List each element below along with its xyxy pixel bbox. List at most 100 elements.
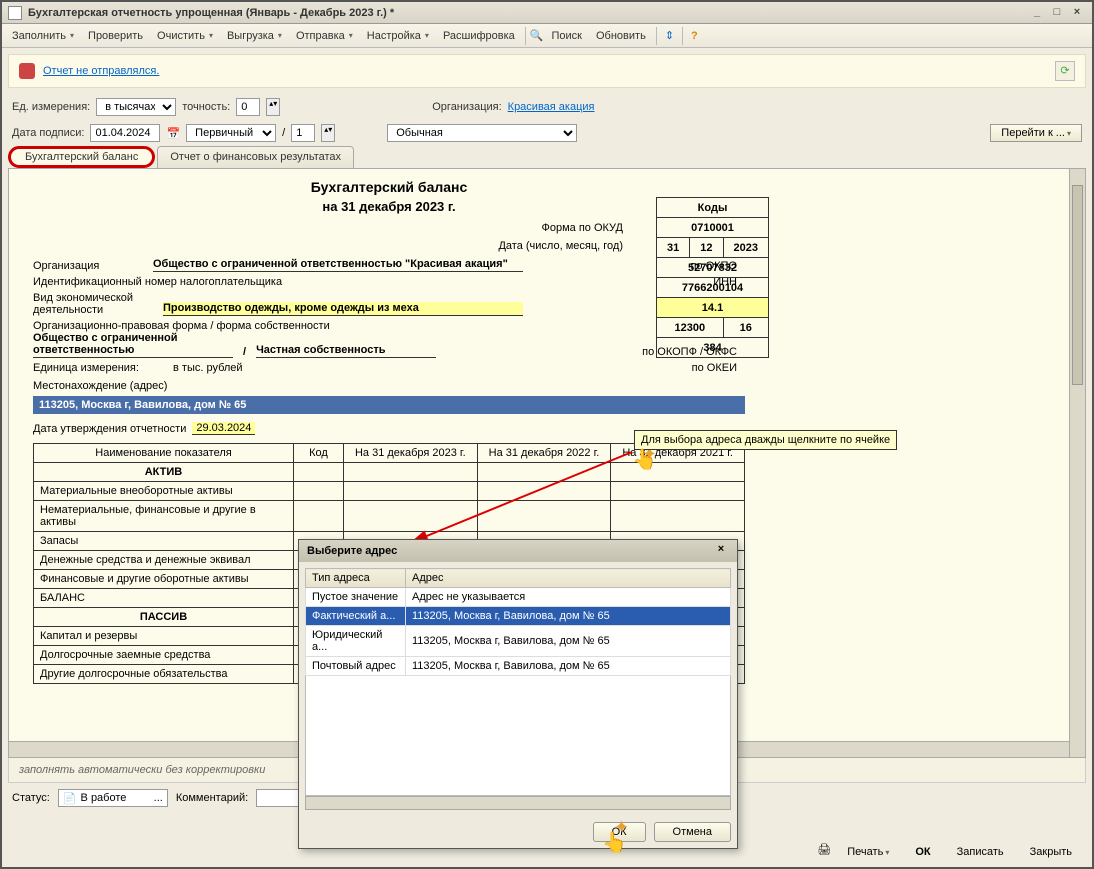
date-year: 2023 — [723, 238, 768, 258]
main-toolbar: Заполнить Проверить Очистить Выгрузка От… — [2, 24, 1092, 48]
th-2022: На 31 декабря 2022 г. — [477, 444, 611, 463]
approve-label: Дата утверждения отчетности — [33, 423, 186, 435]
address-row-actual[interactable]: Фактический а...113205, Москва г, Вавило… — [306, 607, 731, 626]
approve-date-value[interactable]: 29.03.2024 — [192, 422, 255, 435]
unit2-value: в тыс. рублей — [173, 362, 243, 374]
ok-button[interactable]: ОК — [905, 843, 940, 861]
passive-row[interactable]: Капитал и резервы — [34, 627, 294, 646]
fill-button[interactable]: Заполнить — [6, 28, 80, 44]
okved-value[interactable]: 14.1 — [657, 298, 769, 318]
okopf-value: 12300 — [657, 318, 724, 338]
search-button[interactable]: Поиск — [546, 28, 588, 44]
asset-row[interactable]: Запасы — [34, 532, 294, 551]
okei-value: 384 — [657, 338, 769, 358]
address-tooltip: Для выбора адреса дважды щелкните по яче… — [634, 430, 897, 450]
goto-button[interactable]: Перейти к ... — [990, 124, 1082, 142]
address-label: Местонахождение (адрес) — [33, 380, 745, 392]
send-button[interactable]: Отправка — [290, 28, 359, 44]
correction-number[interactable] — [291, 124, 315, 142]
legal-form-label: Организационно-правовая форма / форма со… — [33, 320, 745, 332]
window-title: Бухгалтерская отчетность упрощенная (Янв… — [28, 7, 1026, 19]
org-field-label: Организация — [33, 260, 153, 272]
calendar-icon[interactable]: 📅 — [166, 127, 180, 140]
dialog-titlebar: Выберите адрес × — [299, 540, 737, 562]
address-dialog: Выберите адрес × Тип адресаАдрес Пустое … — [298, 539, 738, 849]
primary-select[interactable]: Первичный — [186, 124, 276, 142]
address-row-postal[interactable]: Почтовый адрес113205, Москва г, Вавилова… — [306, 657, 731, 676]
correction-spinner[interactable]: ▴▾ — [321, 124, 335, 142]
date-day: 31 — [657, 238, 690, 258]
clear-button[interactable]: Очистить — [151, 28, 219, 44]
inn-field-label: Идентификационный номер налогоплательщик… — [33, 276, 333, 288]
legal-form-value[interactable]: Общество с ограниченной ответственностью — [33, 332, 233, 358]
okpo-value: 52707832 — [657, 258, 769, 278]
expand-icon[interactable]: ⇕ — [661, 29, 678, 42]
dialog-title: Выберите адрес — [307, 545, 397, 557]
address-value-row[interactable]: 113205, Москва г, Вавилова, дом № 65 — [33, 396, 745, 414]
vertical-scrollbar[interactable] — [1069, 169, 1085, 757]
status-select[interactable]: 📄 В работе ... — [58, 789, 168, 807]
okei-label: по ОКЕИ — [395, 362, 745, 374]
org-link[interactable]: Красивая акация — [508, 101, 595, 113]
not-sent-link[interactable]: Отчет не отправлялся. — [43, 65, 159, 77]
dlg-th-type[interactable]: Тип адреса — [306, 569, 406, 588]
separator — [525, 27, 526, 45]
precision-spinner[interactable]: ▴▾ — [266, 98, 280, 116]
ownership-value[interactable]: Частная собственность — [256, 344, 436, 358]
status-icon — [19, 63, 35, 79]
passive-row[interactable]: Другие долгосрочные обязательства — [34, 665, 294, 684]
activity-value[interactable]: Производство одежды, кроме одежды из мех… — [163, 302, 523, 316]
tab-results[interactable]: Отчет о финансовых результатах — [157, 146, 354, 168]
report-title: Бухгалтерский баланс — [33, 179, 745, 195]
close-button[interactable]: × — [1068, 6, 1086, 20]
refresh-icon[interactable]: ⟳ — [1055, 61, 1075, 81]
asset-row[interactable]: Финансовые и другие оборотные активы — [34, 570, 294, 589]
passive-row[interactable]: Долгосрочные заемные средства — [34, 646, 294, 665]
window-titlebar: Бухгалтерская отчетность упрощенная (Янв… — [2, 2, 1092, 24]
asset-header: АКТИВ — [34, 463, 294, 482]
settings-button[interactable]: Настройка — [361, 28, 435, 44]
precision-input[interactable] — [236, 98, 260, 116]
asset-row[interactable]: Денежные средства и денежные эквивал — [34, 551, 294, 570]
unit-select[interactable]: в тысячах р — [96, 98, 176, 116]
address-row-legal[interactable]: Юридический а...113205, Москва г, Вавило… — [306, 626, 731, 657]
save-button[interactable]: Записать — [947, 843, 1014, 861]
codes-header: Коды — [657, 198, 769, 218]
minimize-button[interactable]: _ — [1028, 6, 1046, 20]
codes-table: Коды 0710001 31122023 52707832 776620010… — [656, 197, 769, 358]
org-field-value[interactable]: Общество с ограниченной ответственностью… — [153, 258, 523, 272]
address-row-empty[interactable]: Пустое значениеАдрес не указывается — [306, 588, 731, 607]
dialog-h-scrollbar[interactable] — [305, 796, 731, 810]
sign-date-input[interactable] — [90, 124, 160, 142]
close-main-button[interactable]: Закрыть — [1020, 843, 1082, 861]
precision-label: точность: — [182, 101, 230, 113]
slash-label: / — [282, 127, 285, 139]
okud-label: Форма по ОКУД — [33, 222, 623, 234]
asset-row[interactable]: Нематериальные, финансовые и другие в ак… — [34, 501, 294, 532]
report-subtitle: на 31 декабря 2023 г. — [33, 199, 745, 214]
decode-button[interactable]: Расшифровка — [437, 28, 521, 44]
ordinary-select[interactable]: Обычная — [387, 124, 577, 142]
dialog-blank-area — [305, 676, 731, 796]
okud-value: 0710001 — [657, 218, 769, 238]
comment-label: Комментарий: — [176, 792, 248, 804]
dialog-close-button[interactable]: × — [713, 543, 729, 559]
asset-row[interactable]: Материальные внеоборотные активы — [34, 482, 294, 501]
date-row-label: Дата (число, месяц, год) — [33, 240, 623, 252]
balance-row[interactable]: БАЛАНС — [34, 589, 294, 608]
search-icon: 🔍 — [530, 29, 544, 42]
th-code: Код — [294, 444, 344, 463]
dialog-cancel-button[interactable]: Отмена — [654, 822, 731, 842]
refresh-button[interactable]: Обновить — [590, 28, 652, 44]
unit2-label: Единица измерения: — [33, 362, 173, 374]
print-button[interactable]: Печать — [837, 843, 899, 861]
check-button[interactable]: Проверить — [82, 28, 149, 44]
dlg-th-addr[interactable]: Адрес — [406, 569, 731, 588]
help-icon[interactable]: ? — [687, 30, 702, 42]
info-bar: Отчет не отправлялся. ⟳ — [8, 54, 1086, 88]
tab-balance[interactable]: Бухгалтерский баланс — [8, 146, 155, 168]
activity-label: Вид экономической деятельности — [33, 292, 163, 316]
maximize-button[interactable]: □ — [1048, 6, 1066, 20]
address-table: Тип адресаАдрес Пустое значениеАдрес не … — [305, 568, 731, 676]
export-button[interactable]: Выгрузка — [221, 28, 288, 44]
